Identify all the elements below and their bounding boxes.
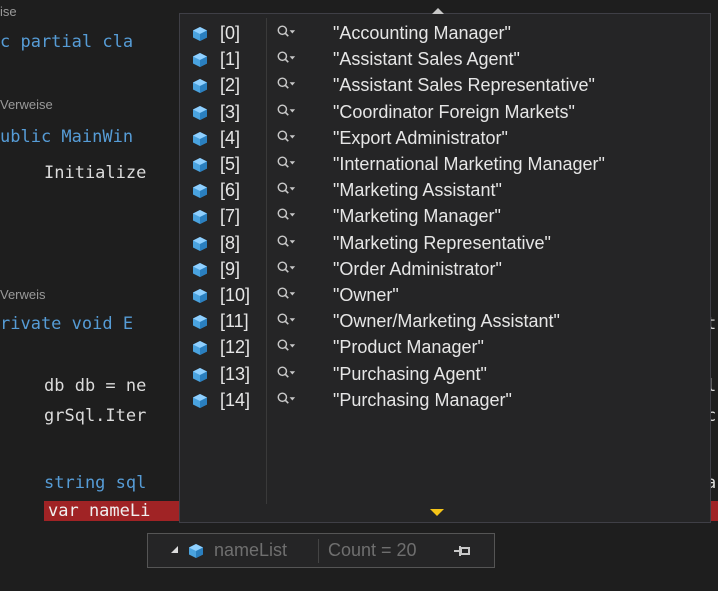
visualizer-magnifier-icon[interactable]	[276, 232, 296, 254]
collection-item-row[interactable]: [1] "Assistant Sales Agent"	[180, 48, 710, 72]
code-line-6: rivate void E	[0, 314, 134, 334]
object-cube-icon	[193, 79, 207, 94]
code-line-7: db db = ne	[44, 376, 147, 396]
item-index: [5]	[220, 154, 241, 174]
references-label-2[interactable]: Verweis	[0, 287, 46, 302]
item-index: [0]	[220, 23, 241, 43]
item-value: "Accounting Manager"	[333, 23, 511, 43]
item-index: [11]	[220, 311, 249, 332]
collection-item-row[interactable]: [2] "Assistant Sales Representative"	[180, 74, 710, 98]
object-cube-icon	[193, 341, 207, 356]
visualizer-magnifier-icon[interactable]	[276, 101, 296, 123]
scroll-up-arrow[interactable]	[432, 8, 444, 14]
collection-item-row[interactable]: [3] "Coordinator Foreign Markets"	[180, 101, 710, 125]
visualizer-magnifier-icon[interactable]	[276, 205, 296, 227]
collection-item-row[interactable]: [4] "Export Administrator"	[180, 127, 710, 151]
item-index: [2]	[220, 75, 241, 96]
visualizer-magnifier-icon[interactable]	[276, 258, 296, 280]
code-line-1: c partial cla	[0, 32, 134, 52]
object-cube-icon	[193, 315, 207, 330]
code-line-3-text: ublic MainWin	[0, 127, 134, 147]
item-index: [9]	[220, 258, 241, 279]
visualizer-magnifier-icon[interactable]	[276, 284, 296, 306]
code-line-3: ublic MainWin	[0, 127, 133, 147]
object-cube-icon	[193, 393, 207, 408]
collection-datatip-popup: [0] "Accounting Manager" [1] "Assistant Sal…	[179, 8, 711, 523]
item-index: [13]	[220, 363, 251, 384]
collection-item-row[interactable]: [12] "Product Manager"	[180, 336, 710, 360]
variable-datatip: nameList Count = 20	[147, 533, 495, 568]
item-value: "Export Administrator"	[333, 127, 508, 148]
collection-item-row[interactable]: [0] "Accounting Manager"	[180, 22, 710, 46]
item-value: "Marketing Representative"	[333, 232, 551, 253]
visualizer-magnifier-icon[interactable]	[276, 48, 296, 70]
visualizer-magnifier-icon[interactable]	[276, 179, 296, 201]
object-cube-icon	[193, 262, 207, 277]
variable-count: Count = 20	[328, 540, 417, 560]
item-value: "Marketing Manager"	[333, 206, 501, 227]
item-value: "Owner"	[333, 285, 399, 305]
visualizer-magnifier-icon[interactable]	[276, 389, 296, 411]
collection-item-row[interactable]: [6] "Marketing Assistant"	[180, 179, 710, 203]
item-index: [4]	[220, 127, 241, 148]
item-value: "Order Administrator"	[333, 258, 502, 279]
datatip-separator	[318, 539, 319, 563]
collection-item-row[interactable]: [11] "Owner/Marketing Assistant"	[180, 310, 710, 334]
item-value: "Marketing Assistant"	[333, 180, 502, 201]
object-cube-icon	[189, 544, 203, 558]
item-index: [10]	[220, 285, 251, 305]
item-index: [3]	[220, 101, 241, 122]
item-value: "Purchasing Manager"	[333, 389, 512, 410]
item-value: "International Marketing Manager"	[333, 154, 605, 174]
item-index: [14]	[220, 389, 251, 410]
item-index: [12]	[220, 337, 251, 358]
visualizer-magnifier-icon[interactable]	[276, 127, 296, 149]
visualizer-magnifier-icon[interactable]	[276, 310, 296, 332]
item-index: [8]	[220, 232, 241, 253]
object-cube-icon	[193, 105, 207, 120]
object-cube-icon	[193, 289, 207, 303]
code-line-4: Initialize	[44, 163, 147, 183]
item-value: "Product Manager"	[333, 337, 484, 358]
item-value: "Coordinator Foreign Markets"	[333, 101, 575, 122]
collection-item-row[interactable]: [5] "International Marketing Manager"	[180, 153, 710, 177]
item-value: "Assistant Sales Agent"	[333, 49, 520, 70]
object-cube-icon	[193, 210, 207, 225]
collection-item-row[interactable]: [8] "Marketing Representative"	[180, 232, 710, 256]
item-value: "Assistant Sales Representative"	[333, 75, 595, 96]
item-index: [6]	[220, 180, 241, 201]
item-value: "Owner/Marketing Assistant"	[333, 311, 560, 332]
collection-item-row[interactable]: [10] "Owner"	[180, 284, 710, 308]
code-line-8: grSql.Iter	[44, 406, 147, 426]
collection-item-row[interactable]: [14] "Purchasing Manager"	[180, 389, 710, 413]
references-label-1[interactable]: Verweise	[0, 97, 53, 112]
visualizer-magnifier-icon[interactable]	[276, 153, 296, 175]
object-cube-icon	[193, 158, 207, 172]
collection-item-row[interactable]: [13] "Purchasing Agent"	[180, 363, 710, 387]
code-line-9: string sql	[44, 473, 147, 493]
scroll-down-arrow[interactable]	[430, 509, 444, 516]
object-cube-icon	[193, 27, 207, 41]
object-cube-icon	[193, 53, 207, 68]
visualizer-magnifier-icon[interactable]	[276, 336, 296, 358]
item-index: [7]	[220, 206, 241, 227]
status-area	[0, 568, 718, 591]
object-cube-icon	[193, 131, 207, 146]
code-line-0: ise	[0, 4, 17, 19]
visualizer-magnifier-icon[interactable]	[276, 363, 296, 385]
object-cube-icon	[193, 184, 207, 199]
object-cube-icon	[193, 236, 207, 251]
object-cube-icon	[193, 367, 207, 382]
visualizer-magnifier-icon[interactable]	[276, 74, 296, 96]
pin-icon[interactable]	[453, 544, 471, 558]
collection-item-row[interactable]: [9] "Order Administrator"	[180, 258, 710, 282]
expand-arrow-icon[interactable]	[171, 546, 178, 553]
collection-item-row[interactable]: [7] "Marketing Manager"	[180, 205, 710, 229]
variable-name: nameList	[214, 540, 288, 560]
item-value: "Purchasing Agent"	[333, 363, 487, 384]
visualizer-magnifier-icon[interactable]	[276, 22, 296, 44]
item-index: [1]	[220, 49, 241, 70]
